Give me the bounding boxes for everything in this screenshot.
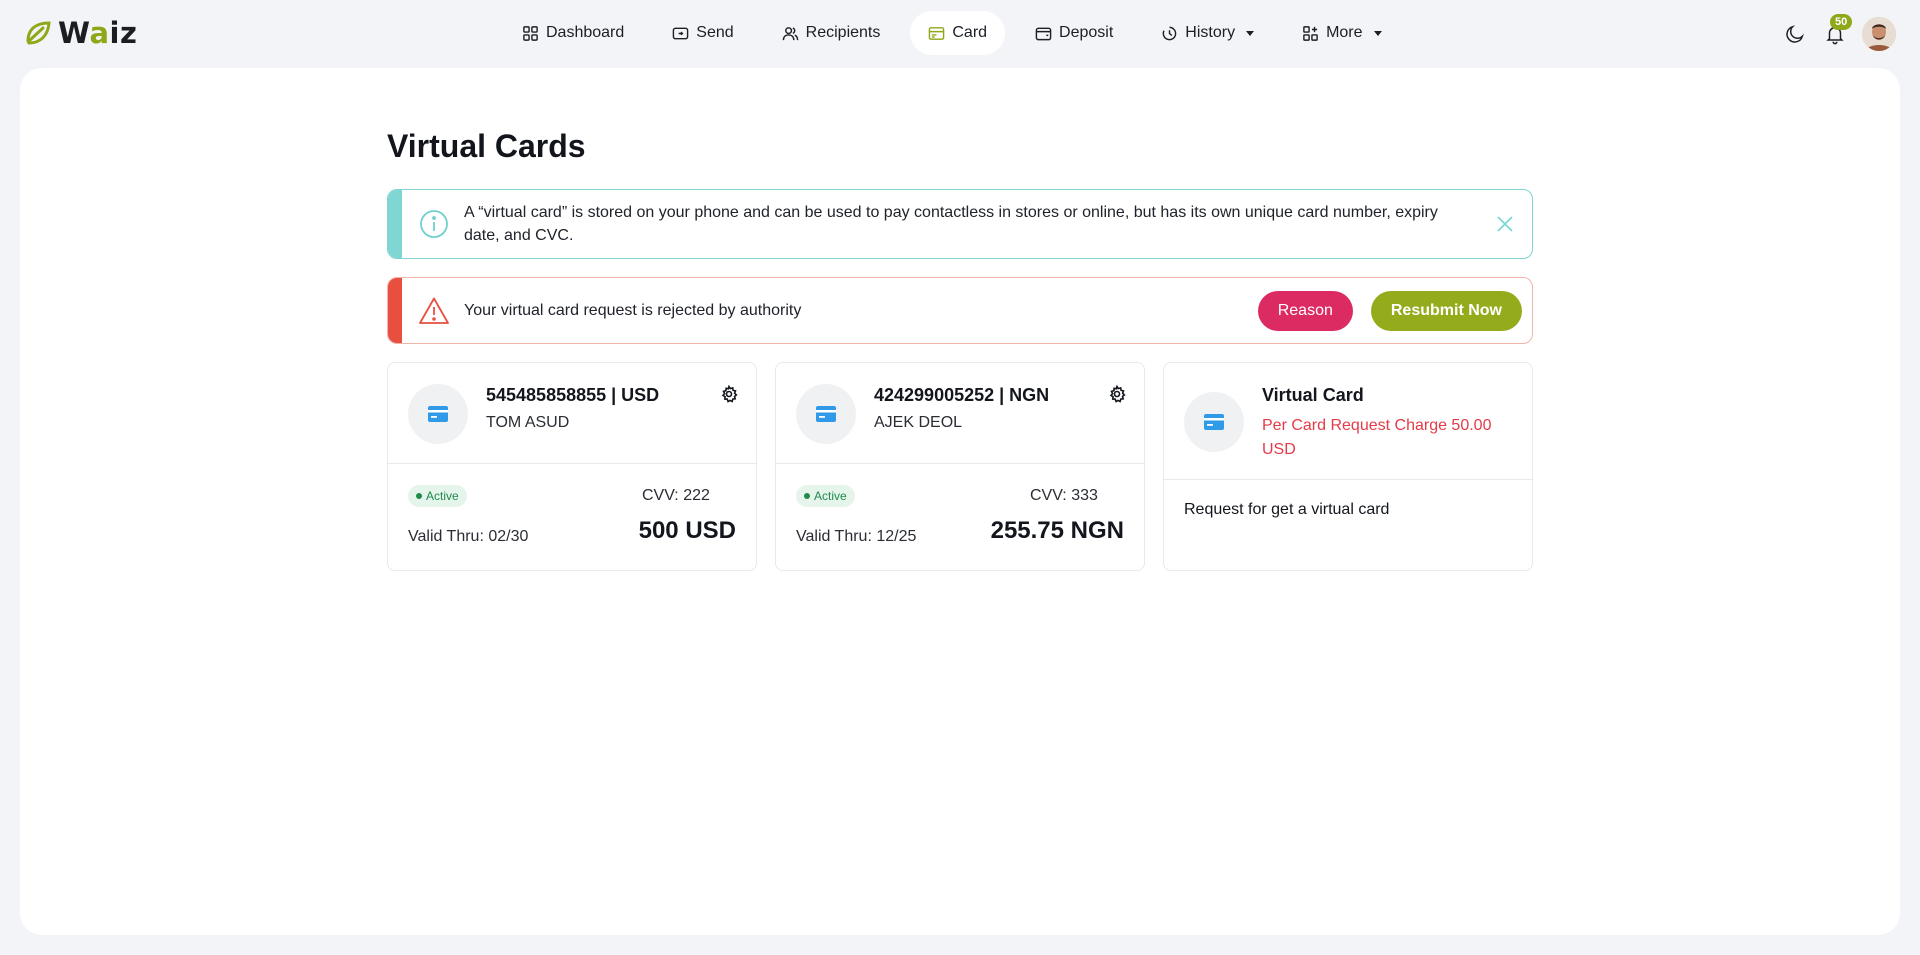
alert-accent-bar <box>388 190 402 258</box>
header-actions: 50 <box>1782 14 1896 52</box>
info-alert-text: A “virtual card” is stored on your phone… <box>464 204 1438 244</box>
card-number: 545485858855 | USD <box>486 385 660 405</box>
resubmit-button[interactable]: Resubmit Now <box>1370 290 1522 331</box>
reason-button[interactable]: Reason <box>1257 290 1353 331</box>
rejection-alert-text: Your virtual card request is rejected by… <box>464 302 802 319</box>
request-charge-text: Per Card Request Charge 50.00 USD <box>1262 417 1492 458</box>
card-icon-wrapper <box>408 384 468 444</box>
info-icon <box>420 210 448 238</box>
grid-icon <box>523 25 538 41</box>
nav-recipients[interactable]: Recipients <box>764 11 899 55</box>
request-card-link[interactable]: Request for get a virtual card <box>1184 501 1389 519</box>
logo-text: Waiz <box>58 16 138 50</box>
nav-card[interactable]: Card <box>910 11 1006 55</box>
status-badge: Active <box>408 485 467 507</box>
wallet-icon <box>1035 27 1052 40</box>
virtual-card-item[interactable]: 424299005252 | NGN AJEK DEOL Active Vali… <box>775 362 1145 571</box>
gear-icon[interactable] <box>720 385 738 403</box>
card-balance: 255.75 NGN <box>990 517 1124 544</box>
status-badge: Active <box>796 485 855 507</box>
nav-deposit[interactable]: Deposit <box>1017 11 1131 55</box>
warning-icon <box>419 297 449 324</box>
users-icon <box>782 26 798 40</box>
info-alert: A “virtual card” is stored on your phone… <box>387 189 1533 259</box>
chevron-down-icon <box>1246 30 1255 36</box>
close-icon[interactable] <box>1496 215 1514 233</box>
card-header: 545485858855 | USD TOM ASUD <box>388 363 756 464</box>
nav-label: Send <box>696 24 734 41</box>
gear-icon[interactable] <box>1108 385 1126 403</box>
nav-history[interactable]: History <box>1143 11 1272 55</box>
card-cvv: CVV: 222 <box>642 487 710 504</box>
notifications-button[interactable]: 50 <box>1822 14 1853 47</box>
credit-card-icon <box>816 406 836 422</box>
card-icon-wrapper <box>1184 392 1244 452</box>
alert-accent-bar <box>388 278 402 343</box>
nav-send[interactable]: Send <box>654 11 751 55</box>
nav-more[interactable]: More <box>1284 11 1399 55</box>
card-holder-name: TOM ASUD <box>486 414 570 431</box>
card-expiry: Valid Thru: 12/25 <box>796 528 917 545</box>
nav-label: More <box>1326 24 1363 41</box>
rejection-alert: Your virtual card request is rejected by… <box>387 277 1533 344</box>
card-number: 424299005252 | NGN <box>874 385 1050 405</box>
card-icon-wrapper <box>796 384 856 444</box>
card-cvv: CVV: 333 <box>1030 487 1098 504</box>
nav-dashboard[interactable]: Dashboard <box>504 11 642 55</box>
nav-label: History <box>1185 24 1236 41</box>
card-header: 424299005252 | NGN AJEK DEOL <box>776 363 1144 464</box>
nav-label: Deposit <box>1059 24 1114 41</box>
card-icon <box>929 26 945 40</box>
card-balance: 500 USD <box>638 517 736 544</box>
cards-grid: 545485858855 | USD TOM ASUD Active Valid… <box>387 362 1533 571</box>
virtual-card-item[interactable]: 545485858855 | USD TOM ASUD Active Valid… <box>387 362 757 571</box>
moon-icon <box>1786 25 1804 43</box>
notification-count-badge: 50 <box>1830 14 1853 30</box>
theme-toggle[interactable] <box>1782 21 1808 47</box>
main-panel: Virtual Cards A “virtual card” is stored… <box>20 68 1900 935</box>
nav-label: Card <box>952 24 988 41</box>
main-nav: Dashboard Send Recipients Card Deposit H… <box>504 11 1412 55</box>
page-title: Virtual Cards <box>387 128 586 164</box>
request-card-title: Virtual Card <box>1262 385 1364 405</box>
top-navbar: Waiz Dashboard Send Recipients Card Depo… <box>0 0 1920 66</box>
avatar[interactable] <box>1862 17 1896 51</box>
card-holder-name: AJEK DEOL <box>874 414 963 431</box>
history-icon <box>1162 26 1177 40</box>
brand-logo[interactable]: Waiz <box>24 18 137 48</box>
send-icon <box>672 27 689 39</box>
logo-icon <box>26 21 51 45</box>
card-header: Virtual Card Per Card Request Charge 50.… <box>1164 363 1532 480</box>
request-virtual-card[interactable]: Virtual Card Per Card Request Charge 50.… <box>1163 362 1533 571</box>
credit-card-icon <box>1204 414 1224 430</box>
nav-label: Recipients <box>805 24 881 41</box>
credit-card-icon <box>428 406 448 422</box>
apps-icon <box>1303 25 1318 41</box>
card-expiry: Valid Thru: 02/30 <box>408 528 529 545</box>
chevron-down-icon <box>1373 30 1382 36</box>
nav-label: Dashboard <box>546 24 625 41</box>
